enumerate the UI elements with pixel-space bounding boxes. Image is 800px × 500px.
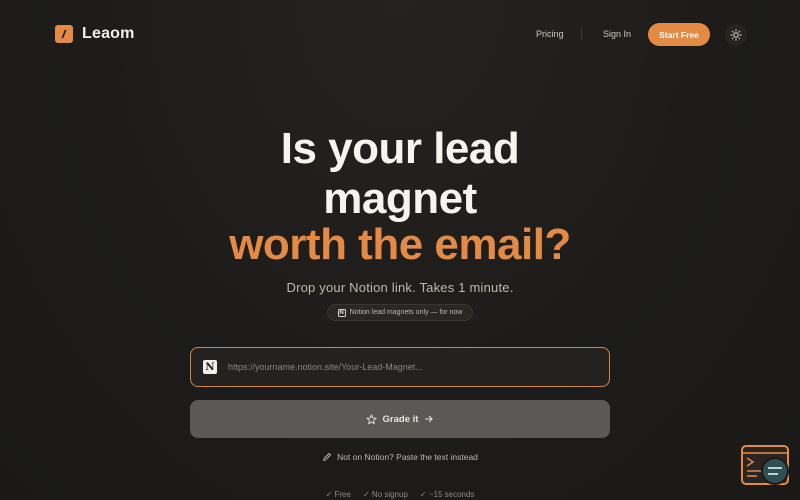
hero-title-line-1: Is your lead [280,124,520,173]
paste-text-label: Not on Notion? Paste the text instead [337,452,478,462]
grade-it-button[interactable]: Grade it [190,400,610,438]
nav-divider [581,28,582,40]
grade-it-label: Grade it [382,413,419,425]
check-free: ✓ Free [325,490,351,499]
help-widget-button[interactable] [741,444,791,488]
sun-icon [730,29,742,41]
hero-title-line-2: magnet [323,174,477,223]
badge-label: Notion lead magnets only — for now [349,309,463,316]
pencil-icon [323,453,332,461]
chat-widget-icon [741,445,789,485]
arrow-right-icon [425,415,434,423]
hero-title-accent: worth the email? [229,220,571,269]
notion-logo-icon: N [203,360,217,374]
paste-text-link[interactable]: Not on Notion? Paste the text instead [0,452,800,462]
slash-logo-icon [55,25,73,43]
nav-pricing-link[interactable]: Pricing [536,29,564,39]
nav-sign-in-link[interactable]: Sign In [603,29,631,39]
check-no-signup: ✓ No signup [362,490,408,499]
brand-name: Leaom [82,25,135,42]
notion-url-input[interactable] [228,362,609,372]
notion-url-field[interactable]: N [190,347,610,387]
check-speed: ✓ ~15 seconds [419,490,475,499]
star-icon [366,413,377,424]
hero-subtitle: Drop your Notion link. Takes 1 minute. [286,280,514,295]
brand-logo[interactable]: Leaom [55,25,135,43]
start-free-button[interactable]: Start Free [648,23,710,46]
theme-toggle-button[interactable] [725,24,747,46]
notion-only-badge: N Notion lead magnets only — for now [327,304,473,321]
feature-checks: ✓ Free ✓ No signup ✓ ~15 seconds [0,490,800,499]
notion-icon: N [337,308,346,317]
